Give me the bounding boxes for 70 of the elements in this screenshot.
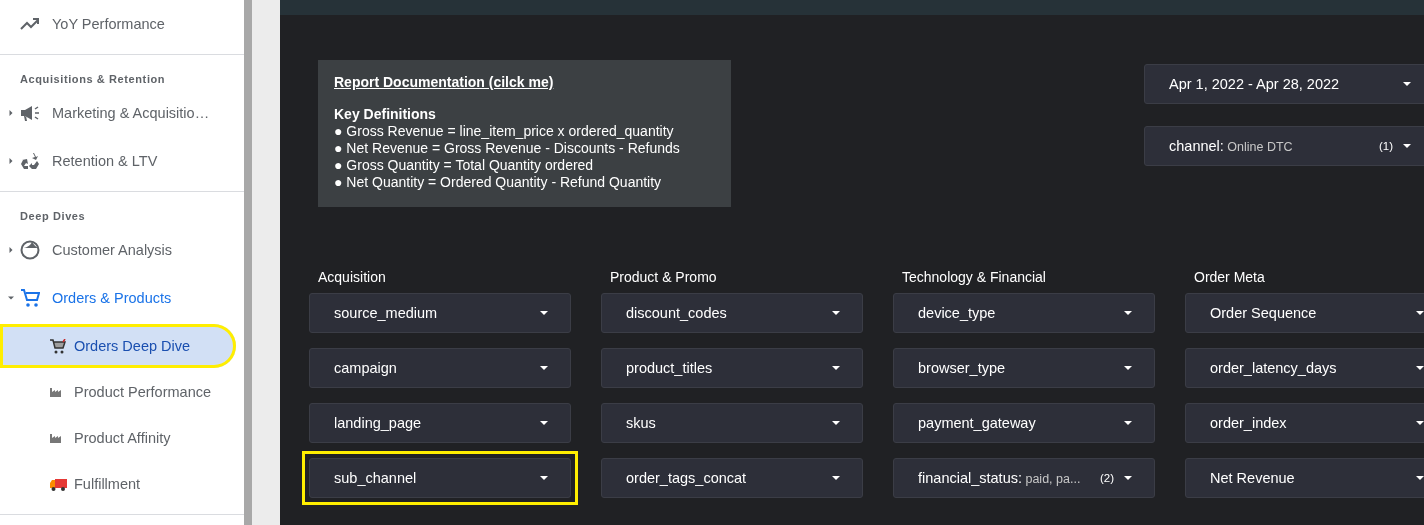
caret-icon xyxy=(540,311,548,315)
filter-dropdown[interactable]: Order Sequence xyxy=(1185,293,1424,333)
filter-dropdown[interactable]: source_medium xyxy=(309,293,571,333)
factory-icon xyxy=(50,387,62,397)
nav-item[interactable]: Customer Analysis xyxy=(0,226,244,274)
truck-icon xyxy=(50,477,67,491)
expand-arrow-icon[interactable] xyxy=(8,295,14,301)
caret-icon xyxy=(540,421,548,425)
caret-icon xyxy=(540,476,548,480)
megaphone-icon xyxy=(20,104,40,122)
definition-text: ● Gross Quantity = Total Quantity ordered xyxy=(334,157,595,174)
filter-dropdown[interactable]: Net Revenue xyxy=(1185,458,1424,498)
caret-icon xyxy=(1403,82,1411,86)
caret-icon xyxy=(1416,366,1424,370)
filter-dropdown[interactable]: discount_codes xyxy=(601,293,863,333)
filter-dropdown[interactable]: product_titles xyxy=(601,348,863,388)
nav-item[interactable]: Marketing & Acquisitio… xyxy=(0,89,244,137)
scrollbar[interactable] xyxy=(244,0,252,525)
filter-dropdown[interactable]: browser_type xyxy=(893,348,1155,388)
filter-group-title: Product & Promo xyxy=(610,269,718,285)
filter-group-title: Acquisition xyxy=(318,269,387,285)
expand-arrow-icon[interactable] xyxy=(8,247,14,253)
date-range-picker[interactable]: Apr 1, 2022 - Apr 28, 2022 xyxy=(1144,64,1424,104)
caret-icon xyxy=(1403,144,1411,148)
caret-icon xyxy=(832,421,840,425)
filter-dropdown[interactable]: order_tags_concat xyxy=(601,458,863,498)
expand-arrow-icon[interactable] xyxy=(8,158,14,164)
filter-dropdown[interactable]: payment_gateway xyxy=(893,403,1155,443)
filter-dropdown[interactable]: order_latency_days xyxy=(1185,348,1424,388)
filter-group-title: Technology & Financial xyxy=(902,269,1047,285)
nav-subitem[interactable]: Orders Deep Dive xyxy=(0,324,236,368)
nav-subitem[interactable]: Fulfillment xyxy=(0,462,236,506)
filter-dropdown[interactable]: skus xyxy=(601,403,863,443)
definitions-heading: Key Definitions xyxy=(334,106,437,123)
section-heading: Deep Dives xyxy=(19,209,87,224)
caret-icon xyxy=(1124,421,1132,425)
caret-icon xyxy=(1124,476,1132,480)
definition-text: ● Net Quantity = Ordered Quantity - Refund Quantity xyxy=(334,174,663,191)
filter-group-title: Order Meta xyxy=(1194,269,1266,285)
caret-icon xyxy=(1416,476,1424,480)
nav-item[interactable]: Retention & LTV xyxy=(0,137,244,185)
shopping-cart-icon xyxy=(50,338,66,354)
definition-text: ● Net Revenue = Gross Revenue - Discounts - Refunds xyxy=(334,140,681,157)
filter-dropdown[interactable]: device_type xyxy=(893,293,1155,333)
caret-icon xyxy=(1124,366,1132,370)
filter-dropdown[interactable]: sub_channel xyxy=(309,458,571,498)
nav-subitem[interactable]: Product Performance xyxy=(0,370,236,414)
section-heading: Acquisitions & Retention xyxy=(19,72,167,87)
filter-dropdown[interactable]: campaign xyxy=(309,348,571,388)
filter-dropdown[interactable]: order_index xyxy=(1185,403,1424,443)
caret-icon xyxy=(1416,311,1424,315)
channel-filter[interactable]: channel: Online DTC (1) xyxy=(1144,126,1424,166)
caret-icon xyxy=(832,476,840,480)
caret-icon xyxy=(540,366,548,370)
caret-icon xyxy=(1416,421,1424,425)
nav-item[interactable]: Orders & Products xyxy=(0,274,244,322)
factory-icon xyxy=(50,433,62,443)
filter-dropdown[interactable]: financial_status: paid, pa... (2) xyxy=(893,458,1155,498)
caret-icon xyxy=(1124,311,1132,315)
nav-item[interactable]: YoY Performance xyxy=(0,0,244,48)
recycle-icon xyxy=(20,151,40,171)
cart-icon xyxy=(20,288,40,308)
caret-icon xyxy=(832,366,840,370)
documentation-link[interactable]: Report Documentation (cilck me) xyxy=(334,74,715,91)
definition-text: ● Gross Revenue = line_item_price x ordered_quantity xyxy=(334,123,675,140)
filter-dropdown[interactable]: landing_page xyxy=(309,403,571,443)
trending-up-icon xyxy=(20,18,40,30)
nav-subitem[interactable]: Product Affinity xyxy=(0,416,236,460)
expand-arrow-icon[interactable] xyxy=(8,110,14,116)
caret-icon xyxy=(832,311,840,315)
